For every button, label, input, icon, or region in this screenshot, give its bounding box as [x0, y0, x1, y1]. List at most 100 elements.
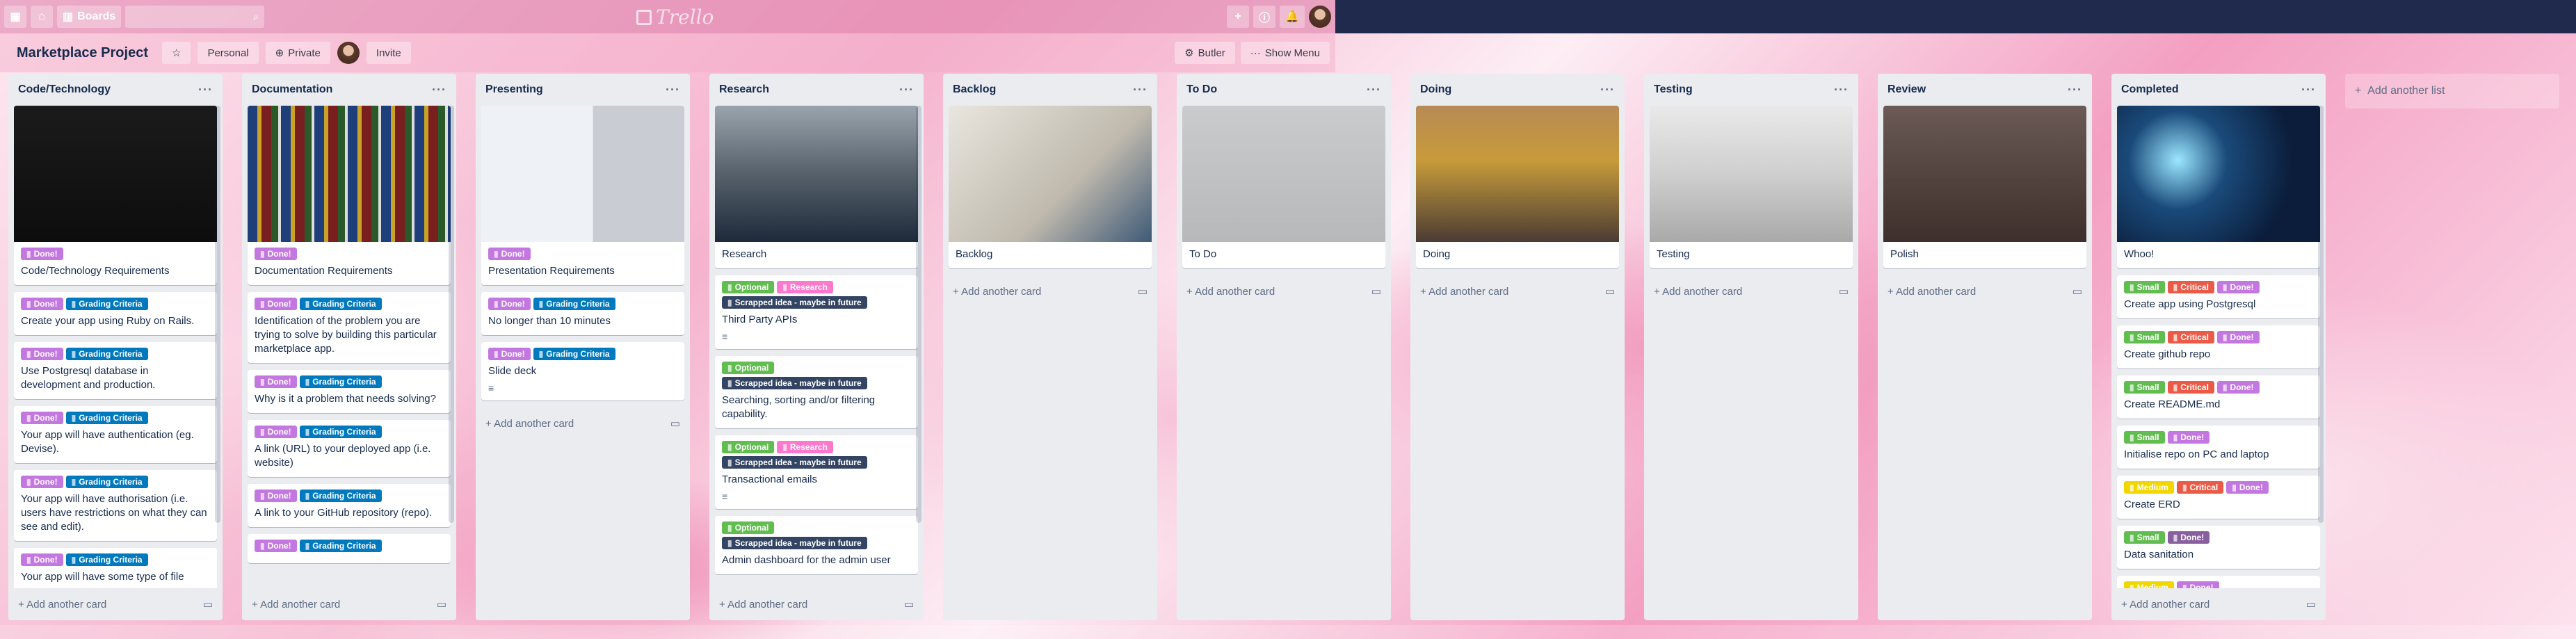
- label-small[interactable]: ▮ Small: [2124, 331, 2165, 343]
- label-done[interactable]: ▮ Done!: [21, 348, 63, 360]
- list-scrollbar[interactable]: [916, 106, 921, 523]
- card-template-icon[interactable]: ▭: [1138, 285, 1148, 298]
- label-done[interactable]: ▮ Done!: [21, 298, 63, 310]
- card[interactable]: ▮ Done! ▮ Grading Criteria A link (URL) to y…: [248, 420, 451, 477]
- card-template-icon[interactable]: ▭: [1605, 285, 1615, 298]
- card[interactable]: ▮ Optional ▮ Scrapped idea - maybe in futur…: [715, 516, 918, 574]
- card[interactable]: ▮ Small ▮ Done! Initialise repo on PC and la…: [2117, 426, 2320, 469]
- list-title[interactable]: To Do: [1186, 83, 1217, 96]
- list-menu-icon[interactable]: ···: [666, 83, 680, 97]
- list-title[interactable]: Research: [719, 83, 769, 96]
- card-template-icon[interactable]: ▭: [2072, 285, 2082, 298]
- visibility-button[interactable]: ⊕ Private: [265, 42, 330, 64]
- list-scrollbar[interactable]: [449, 106, 454, 523]
- label-critical[interactable]: ▮ Critical: [2167, 331, 2214, 343]
- list-menu-icon[interactable]: ···: [198, 83, 213, 97]
- add-card-button[interactable]: + Add another card ▭: [8, 588, 223, 620]
- member-avatar[interactable]: [337, 42, 360, 64]
- card[interactable]: ▮ Done! ▮ Grading Criteria Why is it a probl…: [248, 370, 451, 413]
- label-grading[interactable]: ▮ Grading Criteria: [533, 348, 615, 360]
- card[interactable]: ▮ Done! ▮ Grading Criteria Create your app u…: [14, 292, 217, 335]
- add-card-button[interactable]: + Add another card ▭: [1410, 275, 1625, 307]
- list-title[interactable]: Review: [1887, 83, 1926, 96]
- invite-button[interactable]: Invite: [366, 42, 411, 64]
- label-purple[interactable]: ▮ Done!: [2167, 531, 2210, 544]
- add-card-button[interactable]: + Add another card ▭: [476, 407, 690, 439]
- card[interactable]: To Do: [1182, 106, 1385, 268]
- card[interactable]: ▮ Done! Presentation Requirements: [481, 106, 684, 285]
- show-menu-button[interactable]: ··· Show Menu: [1240, 42, 1330, 64]
- search-input[interactable]: ⌕: [125, 6, 265, 28]
- butler-button[interactable]: ⚙ Butler: [1175, 42, 1235, 64]
- card[interactable]: ▮ Small ▮ Done! Data sanitation: [2117, 526, 2320, 569]
- label-small[interactable]: ▮ Small: [2124, 381, 2165, 394]
- label-done[interactable]: ▮ Done!: [21, 476, 63, 488]
- card[interactable]: Testing: [1650, 106, 1853, 268]
- label-grading[interactable]: ▮ Grading Criteria: [65, 553, 148, 566]
- label-done[interactable]: ▮ Done!: [2216, 281, 2260, 293]
- label-done[interactable]: ▮ Done!: [255, 298, 297, 310]
- list-title[interactable]: Backlog: [953, 83, 996, 96]
- list-header[interactable]: Doing ···: [1410, 74, 1625, 106]
- add-card-button[interactable]: + Add another card ▭: [2111, 588, 2326, 620]
- list-header[interactable]: Completed ···: [2111, 74, 2326, 106]
- label-done[interactable]: ▮ Done!: [488, 348, 531, 360]
- list-menu-icon[interactable]: ···: [1133, 83, 1148, 97]
- label-grading[interactable]: ▮ Grading Criteria: [299, 540, 382, 552]
- list-header[interactable]: Review ···: [1878, 74, 2092, 106]
- info-button[interactable]: ⓘ: [1253, 6, 1276, 28]
- label-critical[interactable]: ▮ Critical: [2176, 481, 2224, 494]
- label-scrapped[interactable]: ▮ Scrapped idea - maybe in future: [722, 296, 867, 309]
- card-template-icon[interactable]: ▭: [904, 598, 914, 610]
- card-template-icon[interactable]: ▭: [1839, 285, 1849, 298]
- notifications-button[interactable]: 🔔: [1280, 6, 1305, 28]
- label-critical[interactable]: ▮ Critical: [2167, 281, 2214, 293]
- card[interactable]: ▮ Done! Code/Technology Requirements: [14, 106, 217, 285]
- card[interactable]: ▮ Medium ▮ Critical ▮ Done! Create ERD: [2117, 476, 2320, 519]
- label-small[interactable]: ▮ Small: [2124, 531, 2165, 544]
- list-menu-icon[interactable]: ···: [1834, 83, 1849, 97]
- label-optional[interactable]: ▮ Optional: [722, 281, 775, 293]
- card-template-icon[interactable]: ▭: [670, 417, 680, 430]
- add-card-button[interactable]: + Add another card ▭: [709, 588, 924, 620]
- card[interactable]: ▮ Optional ▮ Research ▮ Scrapped idea - maybe…: [715, 435, 918, 509]
- card[interactable]: ▮ Done! ▮ Grading Criteria A link to your Gi…: [248, 484, 451, 527]
- trello-logo[interactable]: Trello: [636, 6, 714, 29]
- list-title[interactable]: Presenting: [485, 83, 543, 96]
- label-done[interactable]: ▮ Done!: [2216, 381, 2260, 394]
- list-menu-icon[interactable]: ···: [2068, 83, 2082, 97]
- card[interactable]: ▮ Done! ▮ Grading Criteria: [248, 534, 451, 563]
- label-grading[interactable]: ▮ Grading Criteria: [299, 490, 382, 502]
- card[interactable]: ▮ Done! ▮ Grading Criteria Your app will hav…: [14, 548, 217, 588]
- card-template-icon[interactable]: ▭: [2306, 598, 2316, 610]
- label-scrapped[interactable]: ▮ Scrapped idea - maybe in future: [722, 537, 867, 549]
- add-card-button[interactable]: + Add another card ▭: [242, 588, 456, 620]
- label-grading[interactable]: ▮ Grading Criteria: [65, 298, 148, 310]
- list-header[interactable]: Presenting ···: [476, 74, 690, 106]
- list-header[interactable]: Testing ···: [1644, 74, 1858, 106]
- label-grading[interactable]: ▮ Grading Criteria: [533, 298, 615, 310]
- label-optional[interactable]: ▮ Optional: [722, 362, 775, 374]
- label-done[interactable]: ▮ Done!: [2216, 331, 2260, 343]
- list-header[interactable]: Research ···: [709, 74, 924, 106]
- list-header[interactable]: Documentation ···: [242, 74, 456, 106]
- card[interactable]: ▮ Optional ▮ Scrapped idea - maybe in futur…: [715, 356, 918, 428]
- label-research[interactable]: ▮ Research: [777, 441, 833, 453]
- horizontal-scrollbar[interactable]: [0, 625, 2576, 639]
- label-done[interactable]: ▮ Done!: [255, 375, 297, 388]
- label-medium[interactable]: ▮ Medium: [2124, 581, 2174, 588]
- card[interactable]: ▮ Medium ▮ Done!: [2117, 576, 2320, 588]
- list-title[interactable]: Testing: [1654, 83, 1693, 96]
- label-optional[interactable]: ▮ Optional: [722, 521, 775, 534]
- boards-button[interactable]: ▥ Boards: [57, 6, 122, 28]
- label-done[interactable]: ▮ Done!: [255, 426, 297, 438]
- apps-button[interactable]: ▦: [4, 6, 26, 28]
- user-avatar[interactable]: [1309, 6, 1331, 28]
- label-grading[interactable]: ▮ Grading Criteria: [299, 426, 382, 438]
- label-small[interactable]: ▮ Small: [2124, 281, 2165, 293]
- card[interactable]: ▮ Done! Documentation Requirements: [248, 106, 451, 285]
- label-grading[interactable]: ▮ Grading Criteria: [65, 348, 148, 360]
- card[interactable]: ▮ Small ▮ Critical ▮ Done! Create README.md: [2117, 375, 2320, 419]
- create-button[interactable]: +: [1227, 6, 1250, 28]
- list-menu-icon[interactable]: ···: [1367, 83, 1381, 97]
